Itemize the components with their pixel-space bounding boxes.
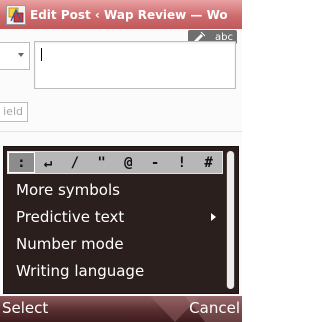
menu-item-writing-language[interactable]: Writing language bbox=[4, 258, 222, 284]
title-bar: Edit Post ‹ Wap Review — Wo bbox=[0, 0, 242, 29]
menu-item-label: Writing language bbox=[16, 262, 145, 280]
softkey-bar: Select Cancel bbox=[0, 296, 242, 322]
app-icon bbox=[6, 4, 26, 25]
menu-item-number-mode[interactable]: Number mode bbox=[4, 231, 222, 257]
select-softkey[interactable]: Select bbox=[2, 299, 48, 317]
divider bbox=[0, 131, 242, 132]
symbol-dash[interactable]: - bbox=[142, 152, 169, 173]
symbol-enter[interactable]: ↵ bbox=[35, 152, 62, 173]
dropdown-select[interactable] bbox=[0, 42, 30, 70]
submenu-arrow-icon bbox=[211, 213, 216, 221]
symbol-quote[interactable]: " bbox=[88, 152, 115, 173]
options-popup-menu: : ↵ / " @ - ! # More symbols Predictive … bbox=[3, 146, 239, 294]
menu-item-more-symbols[interactable]: More symbols bbox=[4, 177, 222, 203]
popup-scrollbar[interactable] bbox=[226, 151, 235, 289]
symbol-row: : ↵ / " @ - ! # bbox=[7, 151, 223, 174]
symbol-colon[interactable]: : bbox=[8, 152, 35, 173]
symbol-slash[interactable]: / bbox=[62, 152, 89, 173]
menu-item-label: Number mode bbox=[16, 235, 124, 253]
field-button[interactable]: ield bbox=[0, 102, 28, 122]
symbol-hash[interactable]: # bbox=[195, 152, 222, 173]
scrollbar-thumb[interactable] bbox=[227, 151, 234, 289]
menu-item-label: Predictive text bbox=[16, 208, 125, 226]
window-title: Edit Post ‹ Wap Review — Wo bbox=[30, 7, 228, 22]
menu-item-label: More symbols bbox=[16, 181, 120, 199]
symbol-at[interactable]: @ bbox=[115, 152, 142, 173]
menu-item-predictive-text[interactable]: Predictive text bbox=[4, 204, 222, 230]
cancel-softkey[interactable]: Cancel bbox=[189, 299, 240, 317]
chevron-down-icon bbox=[18, 53, 24, 57]
post-text-field[interactable] bbox=[34, 41, 236, 89]
text-cursor bbox=[41, 48, 42, 61]
symbol-exclamation[interactable]: ! bbox=[169, 152, 196, 173]
